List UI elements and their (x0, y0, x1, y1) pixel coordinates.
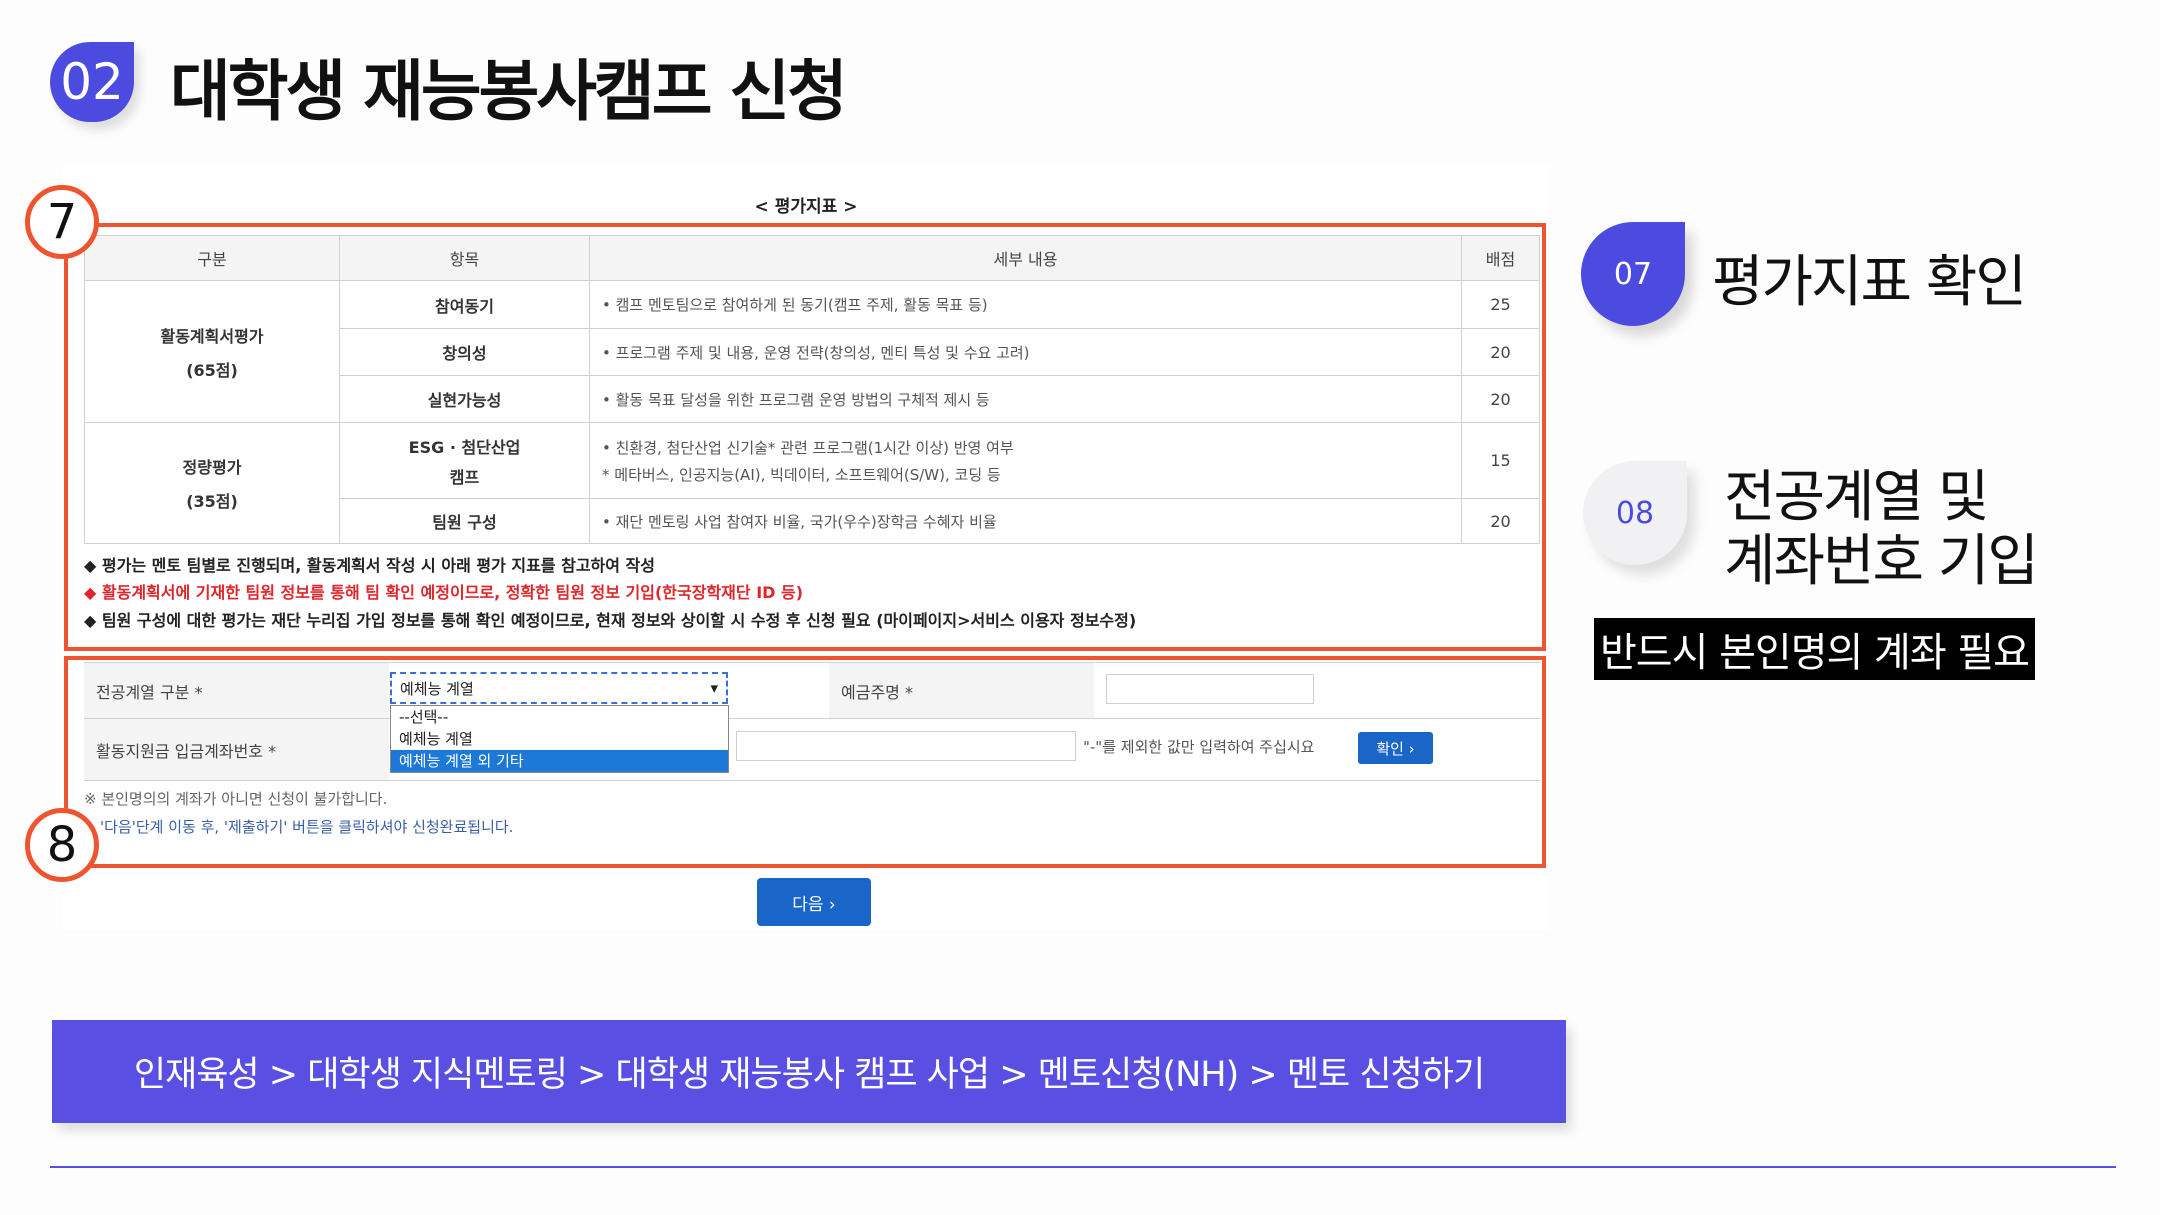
marker-8: 8 (25, 808, 99, 882)
divider (50, 1166, 2116, 1168)
breadcrumb: 인재육성 > 대학생 지식멘토링 > 대학생 재능봉사 캠프 사업 > 멘토신청… (52, 1020, 1566, 1123)
step-07-label: 평가지표 확인 (1712, 250, 2027, 315)
slide-title: 대학생 재능봉사캠프 신청 (170, 53, 848, 130)
highlight-box-7 (64, 223, 1546, 651)
marker-7: 7 (25, 185, 99, 259)
next-button[interactable]: 다음 › (757, 878, 871, 926)
highlight-box-8 (64, 656, 1546, 868)
section-number-badge: 02 (50, 42, 134, 122)
step-07-badge: 07 (1581, 222, 1685, 326)
account-warning: 반드시 본인명의 계좌 필요 (1594, 618, 2035, 680)
panel-title: < 평가지표 > (754, 197, 858, 217)
step-08-label: 전공계열 및 계좌번호 기입 (1724, 465, 2039, 594)
step-08-badge: 08 (1583, 461, 1687, 565)
